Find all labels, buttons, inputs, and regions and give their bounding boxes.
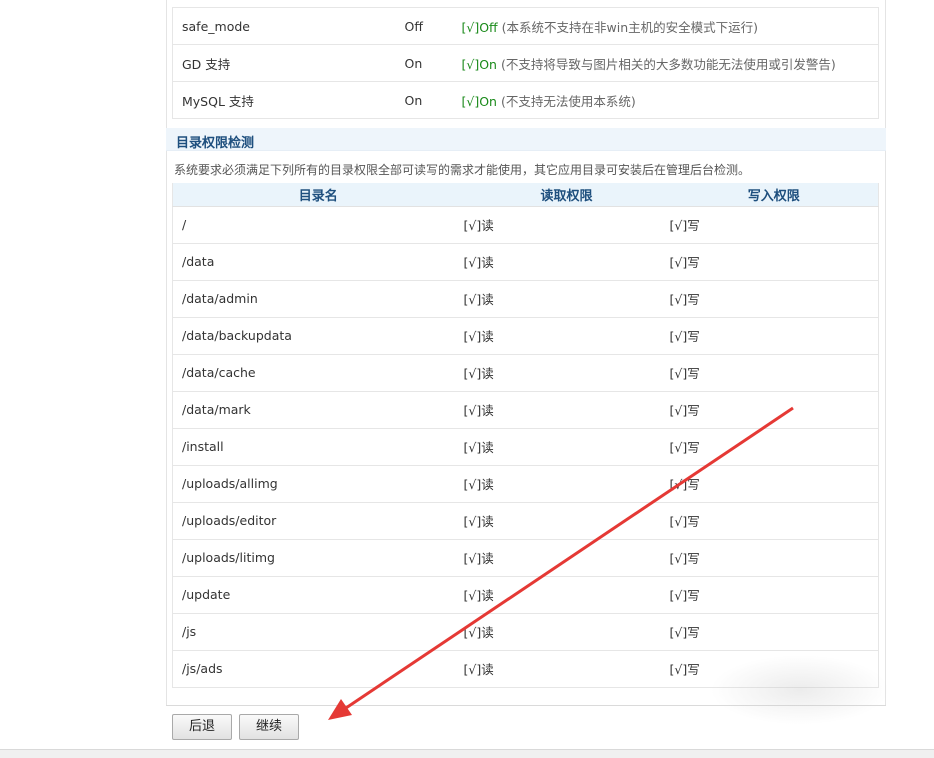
table-row: /uploads/editor [√]读 [√]写 bbox=[172, 502, 879, 540]
read-permission: [√]读 bbox=[463, 428, 670, 466]
read-permission: [√]读 bbox=[463, 650, 670, 688]
read-permission: [√]读 bbox=[463, 465, 670, 503]
table-row: /data/backupdata [√]读 [√]写 bbox=[172, 317, 879, 355]
divider bbox=[166, 705, 886, 706]
column-header-dir: 目录名 bbox=[172, 183, 464, 207]
read-permission: [√]读 bbox=[463, 539, 670, 577]
write-permission: [√]写 bbox=[669, 317, 879, 355]
env-check-name: GD 支持 bbox=[172, 44, 405, 82]
env-check-row: GD 支持 On [√]On (不支持将导致与图片相关的大多数功能无法使用或引发警告… bbox=[172, 44, 879, 82]
env-check-result: [√]Off (本系统不支持在非win主机的安全模式下运行) bbox=[461, 7, 879, 45]
dir-name: /data/admin bbox=[172, 280, 464, 318]
env-check-value: On bbox=[404, 81, 462, 119]
write-permission: [√]写 bbox=[669, 206, 879, 244]
column-header-write: 写入权限 bbox=[669, 183, 879, 207]
table-row: /js/ads [√]读 [√]写 bbox=[172, 650, 879, 688]
env-check-note: (不支持无法使用本系统) bbox=[500, 93, 636, 109]
read-permission: [√]读 bbox=[463, 206, 670, 244]
table-row: /data/mark [√]读 [√]写 bbox=[172, 391, 879, 429]
read-permission: [√]读 bbox=[463, 391, 670, 429]
env-check-status: [√]On bbox=[461, 93, 497, 109]
dir-name: /data/backupdata bbox=[172, 317, 464, 355]
dir-name: /data/cache bbox=[172, 354, 464, 392]
footer-bar bbox=[0, 749, 934, 758]
env-check-row: safe_mode Off [√]Off (本系统不支持在非win主机的安全模式下运… bbox=[172, 7, 879, 45]
dir-name: /uploads/editor bbox=[172, 502, 464, 540]
table-row: / [√]读 [√]写 bbox=[172, 206, 879, 244]
write-permission: [√]写 bbox=[669, 613, 879, 651]
table-row: /data [√]读 [√]写 bbox=[172, 243, 879, 281]
read-permission: [√]读 bbox=[463, 502, 670, 540]
table-row: /data/cache [√]读 [√]写 bbox=[172, 354, 879, 392]
dir-name: / bbox=[172, 206, 464, 244]
table-row: /data/admin [√]读 [√]写 bbox=[172, 280, 879, 318]
dir-name: /data bbox=[172, 243, 464, 281]
write-permission: [√]写 bbox=[669, 280, 879, 318]
dir-name: /uploads/allimg bbox=[172, 465, 464, 503]
table-row: /uploads/allimg [√]读 [√]写 bbox=[172, 465, 879, 503]
section-description: 系统要求必须满足下列所有的目录权限全部可读写的需求才能使用，其它应用目录可安装后… bbox=[174, 163, 751, 177]
table-row: /uploads/litimg [√]读 [√]写 bbox=[172, 539, 879, 577]
env-check-status: [√]Off bbox=[461, 19, 498, 35]
env-check-value: Off bbox=[404, 7, 462, 45]
read-permission: [√]读 bbox=[463, 576, 670, 614]
env-check-result: [√]On (不支持将导致与图片相关的大多数功能无法使用或引发警告) bbox=[461, 44, 879, 82]
read-permission: [√]读 bbox=[463, 354, 670, 392]
read-permission: [√]读 bbox=[463, 317, 670, 355]
column-header-read: 读取权限 bbox=[463, 183, 670, 207]
env-check-result: [√]On (不支持无法使用本系统) bbox=[461, 81, 879, 119]
dir-name: /js bbox=[172, 613, 464, 651]
section-title: 目录权限检测 bbox=[176, 136, 255, 151]
continue-button[interactable]: 继续 bbox=[239, 714, 299, 740]
table-row: /install [√]读 [√]写 bbox=[172, 428, 879, 466]
dir-name: /install bbox=[172, 428, 464, 466]
env-check-note: (不支持将导致与图片相关的大多数功能无法使用或引发警告) bbox=[500, 56, 836, 72]
dir-permission-section-header: 目录权限检测 bbox=[166, 128, 886, 151]
table-row: /js [√]读 [√]写 bbox=[172, 613, 879, 651]
write-permission: [√]写 bbox=[669, 502, 879, 540]
environment-check-table: safe_mode Off [√]Off (本系统不支持在非win主机的安全模式下运… bbox=[172, 7, 879, 119]
env-check-row: MySQL 支持 On [√]On (不支持无法使用本系统) bbox=[172, 81, 879, 119]
write-permission: [√]写 bbox=[669, 243, 879, 281]
write-permission: [√]写 bbox=[669, 391, 879, 429]
dir-permission-table: 目录名 读取权限 写入权限 / [√]读 [√]写/data [√]读 [√]写/dat… bbox=[172, 183, 879, 688]
write-permission: [√]写 bbox=[669, 465, 879, 503]
write-permission: [√]写 bbox=[669, 650, 879, 688]
write-permission: [√]写 bbox=[669, 576, 879, 614]
dir-name: /update bbox=[172, 576, 464, 614]
table-header-row: 目录名 读取权限 写入权限 bbox=[172, 183, 879, 207]
table-row: /update [√]读 [√]写 bbox=[172, 576, 879, 614]
read-permission: [√]读 bbox=[463, 613, 670, 651]
env-check-name: safe_mode bbox=[172, 7, 405, 45]
write-permission: [√]写 bbox=[669, 354, 879, 392]
write-permission: [√]写 bbox=[669, 428, 879, 466]
read-permission: [√]读 bbox=[463, 280, 670, 318]
env-check-value: On bbox=[404, 44, 462, 82]
dir-name: /uploads/litimg bbox=[172, 539, 464, 577]
env-check-status: [√]On bbox=[461, 56, 497, 72]
write-permission: [√]写 bbox=[669, 539, 879, 577]
env-check-name: MySQL 支持 bbox=[172, 81, 405, 119]
dir-name: /js/ads bbox=[172, 650, 464, 688]
back-button[interactable]: 后退 bbox=[172, 714, 232, 740]
dir-name: /data/mark bbox=[172, 391, 464, 429]
installer-page: safe_mode Off [√]Off (本系统不支持在非win主机的安全模式下运… bbox=[0, 0, 934, 758]
env-check-note: (本系统不支持在非win主机的安全模式下运行) bbox=[501, 19, 759, 35]
read-permission: [√]读 bbox=[463, 243, 670, 281]
